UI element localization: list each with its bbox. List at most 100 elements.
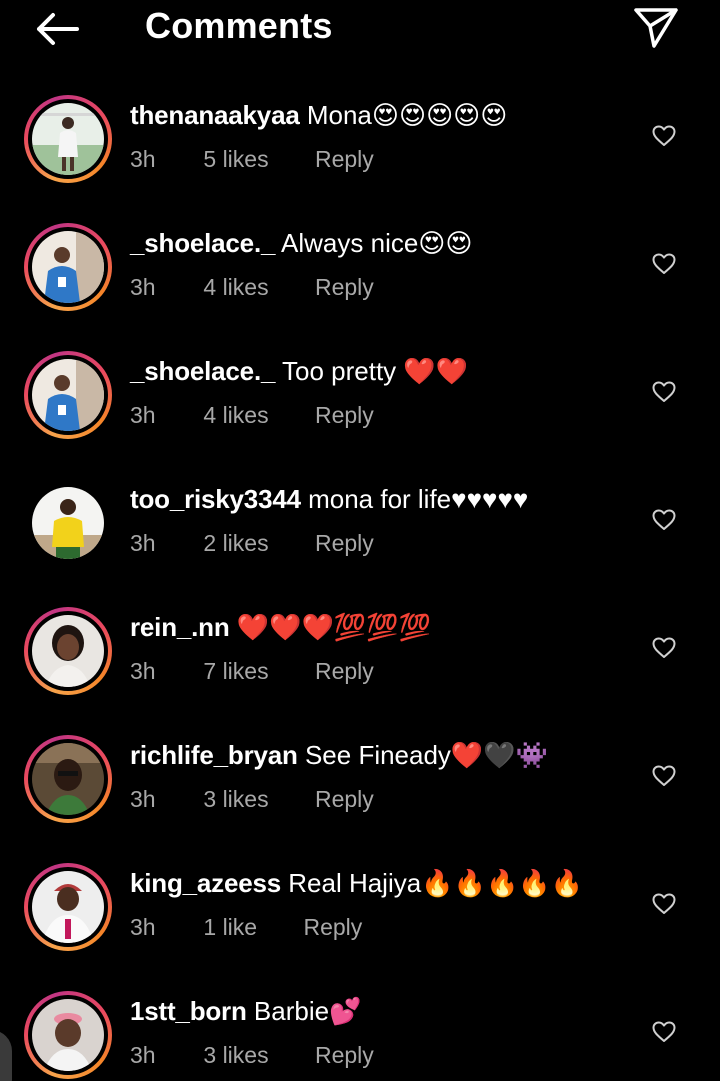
reply-button[interactable]: Reply (315, 400, 374, 430)
comment-meta: 3h 4 likes Reply (130, 400, 374, 430)
comment-meta: 3h 3 likes Reply (130, 784, 374, 814)
comment-time: 3h (130, 146, 156, 172)
comment-meta: 3h 4 likes Reply (130, 272, 374, 302)
comment-text: thenanaakyaa Mona😍😍😍😍😍 (130, 98, 640, 132)
avatar (32, 487, 104, 559)
reply-button[interactable]: Reply (315, 144, 374, 174)
like-button[interactable] (648, 1016, 680, 1048)
comment-username[interactable]: _shoelace._ (130, 228, 275, 258)
comment-body: mona for life♥♥♥♥♥ (308, 484, 529, 514)
like-button[interactable] (648, 632, 680, 664)
comment-time: 3h (130, 786, 156, 812)
comment-time: 3h (130, 914, 156, 940)
reply-button[interactable]: Reply (315, 1040, 374, 1070)
reply-button[interactable]: Reply (315, 528, 374, 558)
comment-text: too_risky3344 mona for life♥♥♥♥♥ (130, 482, 640, 516)
comment-body: Real Hajiya🔥🔥🔥🔥🔥 (288, 868, 584, 898)
story-ring[interactable] (24, 95, 112, 183)
comment-item: richlife_bryan See Fineady❤️🖤👾 3h 3 like… (0, 730, 720, 858)
comment-likes[interactable]: 5 likes (203, 144, 268, 174)
comment-username[interactable]: thenanaakyaa (130, 100, 300, 130)
comment-meta: 3h 7 likes Reply (130, 656, 374, 686)
comment-time: 3h (130, 274, 156, 300)
like-button[interactable] (648, 120, 680, 152)
comment-time: 3h (130, 658, 156, 684)
story-ring[interactable] (24, 735, 112, 823)
like-button[interactable] (648, 760, 680, 792)
comment-time: 3h (130, 1042, 156, 1068)
avatar (32, 231, 104, 303)
story-ring[interactable] (24, 607, 112, 695)
comment-body: Too pretty ❤️❤️ (282, 356, 469, 386)
like-button[interactable] (648, 248, 680, 280)
header: Comments (0, 0, 720, 56)
comment-meta: 3h 2 likes Reply (130, 528, 374, 558)
back-button[interactable] (30, 8, 84, 50)
comment-body: Always nice😍😍 (281, 228, 473, 258)
like-button[interactable] (648, 376, 680, 408)
comment-likes[interactable]: 3 likes (203, 1040, 268, 1070)
avatar (32, 359, 104, 431)
page-title: Comments (145, 5, 333, 46)
comment-time: 3h (130, 530, 156, 556)
reply-button[interactable]: Reply (303, 912, 362, 942)
avatar (32, 743, 104, 815)
heart-outline-icon (652, 509, 676, 530)
comment-list: thenanaakyaa Mona😍😍😍😍😍 3h 5 likes Reply (0, 90, 720, 1081)
heart-outline-icon (652, 893, 676, 914)
like-button[interactable] (648, 504, 680, 536)
story-ring[interactable] (24, 351, 112, 439)
story-ring[interactable] (24, 991, 112, 1079)
comment-meta: 3h 1 like Reply (130, 912, 362, 942)
comment-likes[interactable]: 3 likes (203, 784, 268, 814)
comment-username[interactable]: king_azeess (130, 868, 281, 898)
comments-screen: Comments thenanaakyaa Mona😍😍😍😍😍 3h 5 lik… (0, 0, 720, 1081)
avatar (32, 103, 104, 175)
comment-text: _shoelace._ Too pretty ❤️❤️ (130, 354, 640, 388)
comment-username[interactable]: too_risky3344 (130, 484, 301, 514)
reply-button[interactable]: Reply (315, 272, 374, 302)
reply-button[interactable]: Reply (315, 656, 374, 686)
comment-body: Barbie💕 (253, 996, 362, 1026)
comment-username[interactable]: rein_.nn (130, 612, 230, 642)
comment-username[interactable]: _shoelace._ (130, 356, 275, 386)
comment-item: too_risky3344 mona for life♥♥♥♥♥ 3h 2 li… (0, 474, 720, 602)
comment-text: _shoelace._ Always nice😍😍 (130, 226, 640, 260)
arrow-left-icon (37, 13, 79, 45)
heart-outline-icon (652, 765, 676, 786)
comment-meta: 3h 3 likes Reply (130, 1040, 374, 1070)
avatar-wrapper[interactable] (24, 479, 112, 567)
comment-item: king_azeess Real Hajiya🔥🔥🔥🔥🔥 3h 1 like R… (0, 858, 720, 986)
comment-time: 3h (130, 402, 156, 428)
comment-body: Mona😍😍😍😍😍 (306, 100, 508, 130)
comment-likes[interactable]: 4 likes (203, 400, 268, 430)
heart-outline-icon (652, 1021, 676, 1042)
heart-outline-icon (652, 381, 676, 402)
avatar (32, 871, 104, 943)
comment-likes[interactable]: 2 likes (203, 528, 268, 558)
comment-username[interactable]: richlife_bryan (130, 740, 298, 770)
reply-button[interactable]: Reply (315, 784, 374, 814)
comment-item: rein_.nn ❤️❤️❤️💯💯💯 3h 7 likes Reply (0, 602, 720, 730)
comment-body: See Fineady❤️🖤👾 (304, 740, 549, 770)
comment-meta: 3h 5 likes Reply (130, 144, 374, 174)
comment-text: king_azeess Real Hajiya🔥🔥🔥🔥🔥 (130, 866, 640, 900)
paper-plane-send-icon (634, 8, 678, 48)
like-button[interactable] (648, 888, 680, 920)
comment-body: ❤️❤️❤️💯💯💯 (236, 612, 432, 642)
heart-outline-icon (652, 253, 676, 274)
avatar (32, 999, 104, 1071)
comment-likes[interactable]: 7 likes (203, 656, 268, 686)
comment-item: _shoelace._ Always nice😍😍 3h 4 likes Rep… (0, 218, 720, 346)
comment-text: rein_.nn ❤️❤️❤️💯💯💯 (130, 610, 640, 644)
share-button[interactable] (628, 4, 684, 52)
heart-outline-icon (652, 125, 676, 146)
story-ring[interactable] (24, 863, 112, 951)
comment-likes[interactable]: 1 like (203, 912, 257, 942)
comment-username[interactable]: 1stt_born (130, 996, 247, 1026)
story-ring[interactable] (24, 223, 112, 311)
avatar (32, 615, 104, 687)
comment-likes[interactable]: 4 likes (203, 272, 268, 302)
comment-text: richlife_bryan See Fineady❤️🖤👾 (130, 738, 640, 772)
comment-item: thenanaakyaa Mona😍😍😍😍😍 3h 5 likes Reply (0, 90, 720, 218)
